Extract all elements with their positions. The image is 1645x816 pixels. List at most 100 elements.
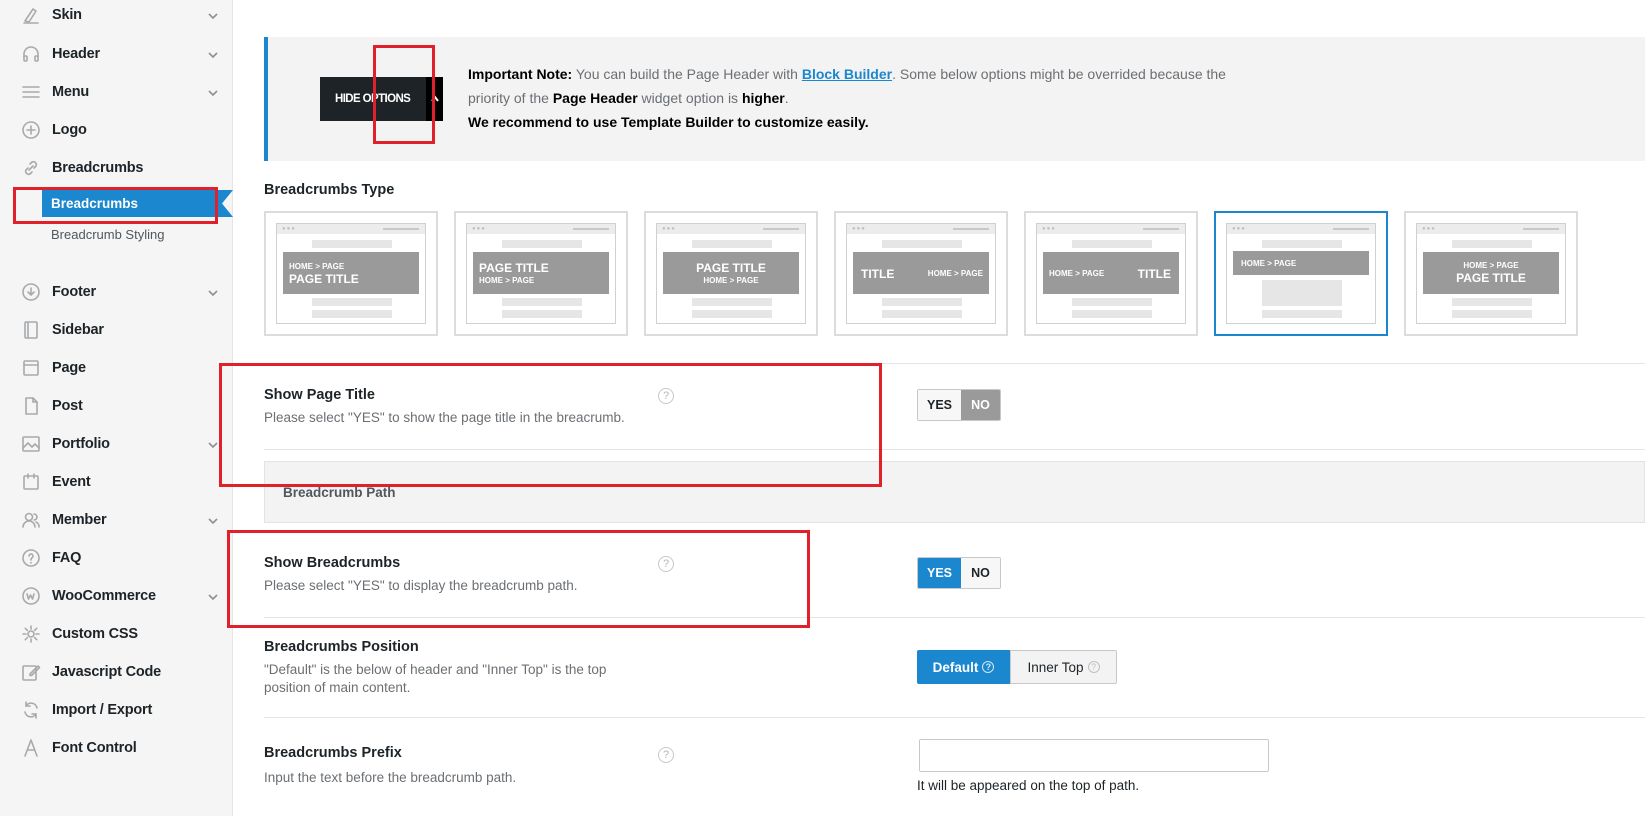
font-icon xyxy=(20,737,42,759)
show-page-title-label: Show Page Title xyxy=(264,387,375,403)
main-content: HIDE OPTIONS Important Note: You can bui… xyxy=(234,0,1645,816)
breadcrumbs-prefix-desc: Input the text before the breadcrumb pat… xyxy=(264,770,517,785)
sidebar-item-label: Portfolio xyxy=(52,436,110,452)
sidebar-item-logo[interactable]: Logo xyxy=(0,115,233,145)
layout-title-text: PAGE TITLE xyxy=(289,272,359,286)
layout-preview: ●●● HOME > PAGE PAGE TITLE xyxy=(276,223,426,324)
breadcrumbs-prefix-input[interactable] xyxy=(919,739,1269,772)
layout-preview: ●●● TITLE HOME > PAGE xyxy=(846,223,996,324)
sidebar-item-page[interactable]: Page xyxy=(0,353,233,383)
yes-option[interactable]: YES xyxy=(918,390,961,420)
layout-option-7[interactable]: ●●● HOME > PAGE PAGE TITLE xyxy=(1404,211,1578,336)
sidebar-subitem-label: Breadcrumbs xyxy=(51,196,139,211)
sidebar-item-label: Post xyxy=(52,398,83,414)
notice-text-part: widget option is xyxy=(637,90,742,106)
yes-option[interactable]: YES xyxy=(918,558,961,588)
sidebar-item-woocommerce[interactable]: WooCommerce xyxy=(0,581,233,611)
sidebar-item-label: Sidebar xyxy=(52,322,104,338)
no-option[interactable]: NO xyxy=(961,390,1000,420)
layout-option-5[interactable]: ●●● HOME > PAGE TITLE xyxy=(1024,211,1198,336)
recommend-text: We recommend to use Template Builder to … xyxy=(468,114,869,130)
arrow-down-circle-icon xyxy=(20,281,42,303)
layout-option-6[interactable]: ●●● HOME > PAGE xyxy=(1214,211,1388,336)
sidebar-item-member[interactable]: Member xyxy=(0,505,233,535)
sidebar-item-font-control[interactable]: Font Control xyxy=(0,733,233,763)
default-position-label: Default xyxy=(932,659,979,675)
layout-crumb-text: HOME > PAGE xyxy=(703,276,759,285)
users-icon xyxy=(20,509,42,531)
headphones-icon xyxy=(20,43,42,65)
chevron-down-icon xyxy=(207,514,219,526)
sidebar-item-import-export[interactable]: Import / Export xyxy=(0,695,233,725)
default-position-option[interactable]: Default? xyxy=(917,650,1010,684)
help-icon[interactable]: ? xyxy=(982,661,995,673)
sidebar-item-menu[interactable]: Menu xyxy=(0,77,233,107)
sidebar-item-label: Header xyxy=(52,46,100,62)
menu-icon xyxy=(20,81,42,103)
layout-crumb-text: HOME > PAGE xyxy=(1463,261,1519,270)
calendar-icon xyxy=(20,471,42,493)
sidebar-item-javascript-code[interactable]: Javascript Code xyxy=(0,657,233,687)
page-header-widget-label: Page Header xyxy=(552,90,638,106)
layout-preview: ●●● HOME > PAGE PAGE TITLE xyxy=(1416,223,1566,324)
help-icon[interactable]: ? xyxy=(658,556,674,572)
inner-top-position-label: Inner Top xyxy=(1027,659,1084,675)
sidebar-item-label: Member xyxy=(52,512,107,528)
layout-option-3[interactable]: ●●● PAGE TITLE HOME > PAGE xyxy=(644,211,818,336)
sidebar-item-portfolio[interactable]: Portfolio xyxy=(0,429,233,459)
inner-top-position-option[interactable]: Inner Top? xyxy=(1010,650,1117,684)
layout-title-text: PAGE TITLE xyxy=(479,261,549,275)
sidebar-subitem-breadcrumbs[interactable]: Breadcrumbs xyxy=(42,190,214,217)
hide-options-button[interactable]: HIDE OPTIONS xyxy=(320,77,443,121)
no-option[interactable]: NO xyxy=(961,558,1000,588)
plus-circle-icon xyxy=(20,119,42,141)
sidebar-item-label: Breadcrumbs xyxy=(52,160,144,176)
breadcrumbs-position-label: Breadcrumbs Position xyxy=(264,639,419,655)
breadcrumbs-position-desc: "Default" is the below of header and "In… xyxy=(264,662,607,695)
layout-title-text: TITLE xyxy=(1137,267,1171,281)
block-builder-link[interactable]: Block Builder xyxy=(802,66,892,82)
sidebar-item-faq[interactable]: FAQ xyxy=(0,543,233,573)
layout-crumb-text: HOME > PAGE xyxy=(289,262,345,271)
active-pointer-icon xyxy=(214,190,233,217)
layout-option-4[interactable]: ●●● TITLE HOME > PAGE xyxy=(834,211,1008,336)
layout-title-text: PAGE TITLE xyxy=(696,261,766,275)
sidebar-item-label: Import / Export xyxy=(52,702,153,718)
layout-preview: ●●● HOME > PAGE TITLE xyxy=(1036,223,1186,324)
help-icon[interactable]: ? xyxy=(658,388,674,404)
help-icon[interactable]: ? xyxy=(658,747,674,763)
higher-label: higher xyxy=(741,90,785,106)
sidebar-item-skin[interactable]: Skin xyxy=(0,0,233,30)
sidebar-item-post[interactable]: Post xyxy=(0,391,233,421)
sidebar-item-event[interactable]: Event xyxy=(0,467,233,497)
breadcrumb-path-title: Breadcrumb Path xyxy=(283,485,396,500)
sidebar-item-header[interactable]: Header xyxy=(0,39,233,69)
help-icon[interactable]: ? xyxy=(1087,661,1100,673)
sidebar-item-breadcrumbs[interactable]: Breadcrumbs xyxy=(0,153,233,183)
layout-preview: ●●● PAGE TITLE HOME > PAGE xyxy=(656,223,806,324)
sidebar-item-label: Font Control xyxy=(52,740,137,756)
question-circle-icon xyxy=(20,547,42,569)
notice-text-part: You can build the Page Header with xyxy=(572,66,802,82)
sidebar-item-label: Custom CSS xyxy=(52,626,138,642)
chevron-down-icon xyxy=(207,438,219,450)
link-icon xyxy=(20,157,42,179)
layout-option-1[interactable]: ●●● HOME > PAGE PAGE TITLE xyxy=(264,211,438,336)
layout-preview: ●●● HOME > PAGE xyxy=(1226,223,1376,324)
sidebar-item-footer[interactable]: Footer xyxy=(0,277,233,307)
sidebar-item-sidebar[interactable]: Sidebar xyxy=(0,315,233,345)
breadcrumbs-prefix-note: It will be appeared on the top of path. xyxy=(917,778,1140,793)
layout-option-2[interactable]: ●●● PAGE TITLE HOME > PAGE xyxy=(454,211,628,336)
divider xyxy=(264,617,1645,618)
divider xyxy=(264,717,1645,718)
chevron-down-icon xyxy=(207,48,219,60)
settings-sidebar: Skin Header Menu Logo Breadcrumbs Breadc… xyxy=(0,0,233,816)
sidebar-subitem-breadcrumb-styling[interactable]: Breadcrumb Styling xyxy=(51,227,164,242)
layout-crumb-text: HOME > PAGE xyxy=(927,269,983,278)
divider xyxy=(264,449,1645,450)
layout-crumb-text: HOME > PAGE xyxy=(1049,269,1105,278)
layout-title-text: PAGE TITLE xyxy=(1456,271,1526,285)
sidebar-item-label: WooCommerce xyxy=(52,588,156,604)
chevron-down-icon xyxy=(207,286,219,298)
sidebar-item-custom-css[interactable]: Custom CSS xyxy=(0,619,233,649)
